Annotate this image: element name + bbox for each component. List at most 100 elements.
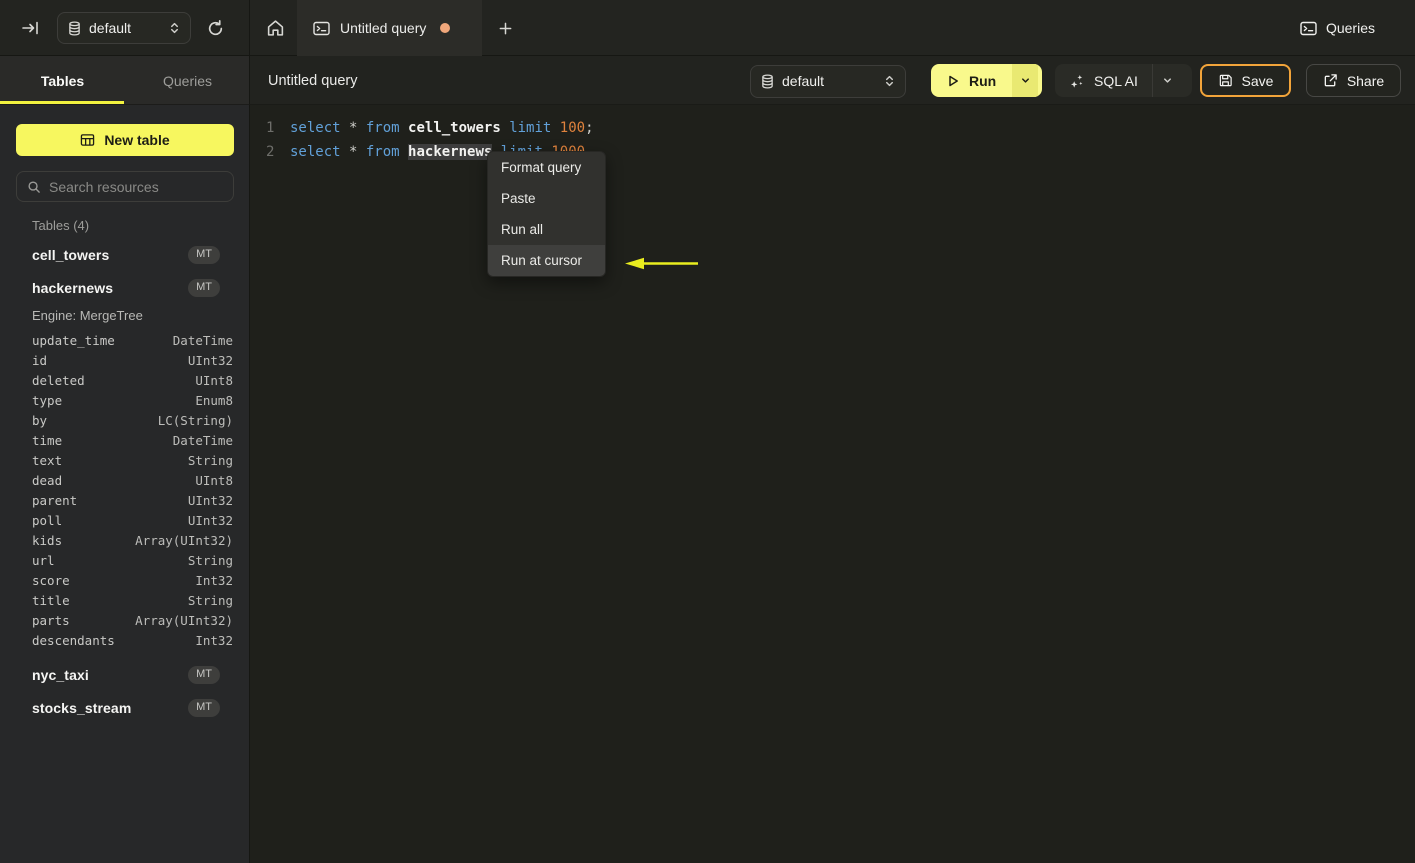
code-token: limit (509, 120, 552, 136)
save-floppy-icon (1218, 73, 1233, 88)
code-token: * (340, 144, 366, 160)
line-number: 2 (266, 144, 275, 160)
table-row[interactable]: hackernews MT (0, 271, 250, 304)
column-type: String (187, 552, 233, 568)
collapse-sidebar-icon[interactable] (20, 18, 42, 38)
column-name: time (32, 432, 63, 448)
column-row: parts Array(UInt32) (0, 610, 250, 630)
new-table-button-label: New table (104, 132, 170, 148)
queries-terminal-icon (1300, 21, 1317, 36)
tab-untitled-query[interactable]: Untitled query (297, 0, 482, 56)
queries-button[interactable]: Queries (1300, 0, 1375, 56)
editor-header: Untitled query default Run SQL AI Save S… (250, 56, 1415, 105)
menu-item-paste[interactable]: Paste (488, 183, 605, 214)
sidebar-tab-queries-label: Queries (162, 72, 213, 89)
editor-database-selector[interactable]: default (750, 64, 906, 98)
sidebar: New table Tables (4) cell_towersMThacker… (0, 105, 250, 863)
app-window: { "topbar": { "database_selector": { "va… (0, 0, 1415, 863)
sql-editor[interactable]: 1 select * from cell_towers limit 100; 2 se… (250, 105, 1415, 863)
column-name: by (32, 412, 48, 428)
sparkles-icon (1069, 73, 1085, 89)
menu-item-run-all[interactable]: Run all (488, 214, 605, 245)
refresh-icon[interactable] (203, 16, 227, 40)
engine-badge: MT (188, 245, 220, 264)
menu-item-format-query[interactable]: Format query (488, 152, 605, 183)
column-row: time DateTime (0, 430, 250, 450)
run-options-caret[interactable] (1012, 64, 1039, 97)
column-name: update_time (32, 332, 115, 348)
table-name: cell_towers (32, 246, 110, 263)
column-name: descendants (32, 632, 115, 648)
tab-label: Untitled query (340, 20, 427, 36)
table-row[interactable]: stocks_stream MT (0, 691, 250, 724)
column-row: url String (0, 550, 250, 570)
sql-ai-button[interactable]: SQL AI (1055, 64, 1152, 97)
column-type: UInt32 (187, 512, 233, 528)
column-row: poll UInt32 (0, 510, 250, 530)
search-resources-input[interactable] (49, 178, 209, 195)
save-button[interactable]: Save (1200, 64, 1291, 97)
share-button-label: Share (1346, 72, 1385, 89)
sidebar-tab-tables-label: Tables (40, 72, 85, 89)
line-number: 1 (266, 120, 275, 136)
column-type: DateTime (172, 332, 233, 348)
column-type: Array(UInt32) (135, 532, 233, 548)
sql-ai-caret[interactable] (1151, 64, 1182, 97)
engine-badge: MT (188, 698, 220, 717)
home-icon[interactable] (253, 0, 297, 56)
column-name: dead (32, 472, 63, 488)
run-button-group: Run (931, 64, 1042, 97)
new-table-button[interactable]: New table (16, 124, 234, 156)
run-button[interactable]: Run (931, 64, 1012, 97)
column-row: parent UInt32 (0, 490, 250, 510)
table-row[interactable]: cell_towers MT (0, 238, 250, 271)
play-icon (946, 74, 960, 88)
column-name: title (32, 592, 70, 608)
code-line: 2select * from hackernews limit 1000 (266, 140, 1415, 164)
column-row: kids Array(UInt32) (0, 530, 250, 550)
column-row: type Enum8 (0, 390, 250, 410)
column-name: kids (32, 532, 63, 548)
column-type: UInt8 (195, 372, 233, 388)
column-row: text String (0, 450, 250, 470)
code-token: 100 (559, 120, 586, 136)
editor-database-selector-value: default (782, 73, 825, 89)
code-token: cell_towers (408, 120, 501, 136)
run-button-label: Run (969, 72, 997, 89)
column-name: parts (32, 612, 70, 628)
sidebar-tab-queries[interactable]: Queries (125, 56, 250, 105)
editor-context-menu: Format query Paste Run all Run at cursor (487, 151, 606, 277)
column-row: update_time DateTime (0, 330, 250, 350)
table-name: stocks_stream (32, 699, 132, 716)
engine-badge: MT (188, 665, 220, 684)
search-icon (27, 180, 41, 194)
column-type: String (187, 452, 233, 468)
annotation-arrow (625, 257, 698, 270)
code-token: select (290, 144, 341, 160)
sidebar-header: Tables Queries (0, 56, 250, 105)
column-name: text (32, 452, 63, 468)
terminal-icon (313, 21, 330, 36)
menu-item-run-at-cursor[interactable]: Run at cursor (488, 245, 605, 276)
column-type: Int32 (195, 632, 233, 648)
column-type: String (187, 592, 233, 608)
table-name: hackernews (32, 279, 114, 296)
column-type: Array(UInt32) (135, 612, 233, 628)
column-name: deleted (32, 372, 85, 388)
column-type: DateTime (172, 432, 233, 448)
column-type: Enum8 (195, 392, 233, 408)
code-token: from (365, 120, 400, 136)
code-line: 1 select * from cell_towers limit 100; (266, 116, 1415, 140)
database-selector[interactable]: default (57, 12, 191, 44)
column-row: by LC(String) (0, 410, 250, 430)
share-button[interactable]: Share (1306, 64, 1401, 97)
search-resources-box (16, 171, 234, 202)
table-row[interactable]: nyc_taxi MT (0, 658, 250, 691)
active-tab-underline (0, 101, 124, 104)
table-name: nyc_taxi (32, 666, 89, 683)
new-tab-plus-icon[interactable] (490, 14, 520, 42)
sidebar-tab-tables[interactable]: Tables (0, 56, 125, 105)
